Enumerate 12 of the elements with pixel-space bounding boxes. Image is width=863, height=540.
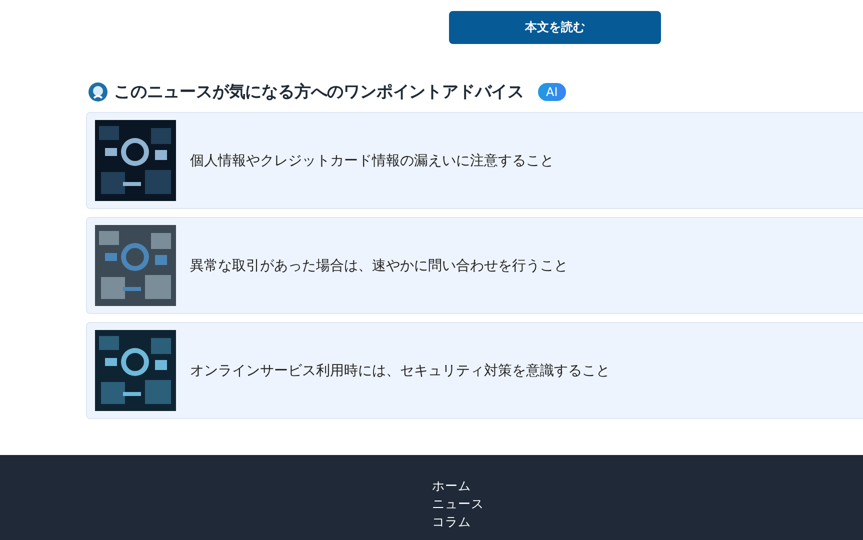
footer-link[interactable]: ホーム	[432, 477, 863, 494]
footer-link[interactable]: コラム	[432, 513, 863, 530]
advice-text: 異常な取引があった場合は、速やかに問い合わせを行うこと	[190, 256, 568, 274]
advice-text: オンラインサービス利用時には、セキュリティ対策を意識すること	[190, 362, 610, 380]
advice-card[interactable]: オンラインサービス利用時には、セキュリティ対策を意識すること	[86, 322, 863, 419]
advice-card[interactable]: 個人情報やクレジットカード情報の漏えいに注意すること	[86, 112, 863, 209]
footer-link[interactable]: ニュース	[432, 495, 863, 512]
advice-card[interactable]: 異常な取引があった場合は、速やかに問い合わせを行うこと	[86, 217, 863, 314]
section-title: このニュースが気になる方へのワンポイントアドバイス	[114, 81, 524, 103]
advice-text: 個人情報やクレジットカード情報の漏えいに注意すること	[190, 152, 554, 170]
ai-badge: AI	[538, 83, 566, 101]
read-article-button[interactable]: 本文を読む	[449, 11, 661, 44]
